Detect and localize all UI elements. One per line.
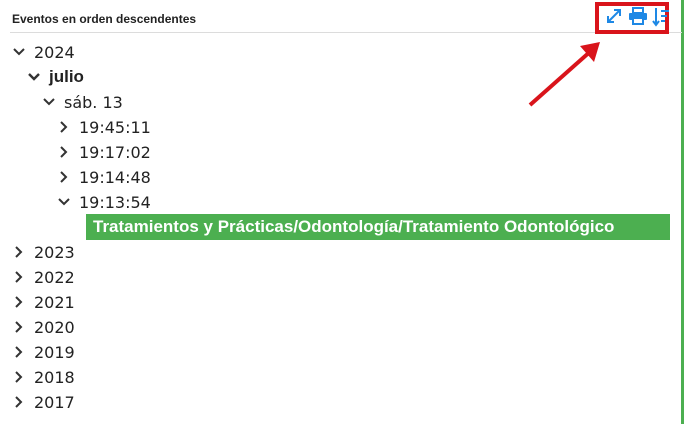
tree-label-day: sáb. 13 <box>64 92 123 112</box>
tree-node-2024[interactable]: 2024 <box>12 41 75 63</box>
chevron-right-icon <box>12 270 26 284</box>
event-item[interactable]: Tratamientos y Prácticas/Odontología/Tra… <box>86 214 670 240</box>
tree-label-time: 19:17:02 <box>79 142 151 162</box>
tree-label-year: 2017 <box>34 392 75 412</box>
chevron-right-icon <box>12 320 26 334</box>
tree-node-time-expanded[interactable]: 19:13:54 <box>57 191 151 213</box>
chevron-right-icon <box>12 395 26 409</box>
tree-node-year[interactable]: 2023 <box>12 241 75 263</box>
tree-label-year: 2024 <box>34 42 75 62</box>
chevron-right-icon <box>12 295 26 309</box>
tree-node-year[interactable]: 2019 <box>12 341 75 363</box>
tree-label-year: 2021 <box>34 292 75 312</box>
sort-button[interactable] <box>652 7 672 27</box>
sort-descending-icon <box>652 8 669 27</box>
chevron-right-icon <box>12 345 26 359</box>
tree-node-month[interactable]: julio <box>27 66 84 88</box>
print-icon <box>629 7 647 25</box>
tree-node-year[interactable]: 2020 <box>12 316 75 338</box>
expand-button[interactable] <box>605 7 625 27</box>
tree-label-year: 2019 <box>34 342 75 362</box>
expand-icon <box>607 9 621 23</box>
tree-node-year[interactable]: 2021 <box>12 291 75 313</box>
panel-title: Eventos en orden descendentes <box>12 12 197 26</box>
print-button[interactable] <box>628 7 648 27</box>
chevron-down-icon <box>27 70 41 84</box>
tree-label-time: 19:45:11 <box>79 117 151 137</box>
chevron-down-icon <box>12 45 26 59</box>
tree-label-year: 2022 <box>34 267 75 287</box>
tree-node-year[interactable]: 2018 <box>12 366 75 388</box>
tree-node-time[interactable]: 19:14:48 <box>57 166 151 188</box>
tree-label-year: 2020 <box>34 317 75 337</box>
chevron-down-icon <box>42 95 56 109</box>
events-panel: Eventos en orden descendentes 2024 julio… <box>0 0 684 424</box>
tree-label-year: 2023 <box>34 242 75 262</box>
chevron-right-icon <box>57 120 71 134</box>
tree-node-year[interactable]: 2022 <box>12 266 75 288</box>
tree-label-time: 19:13:54 <box>79 192 151 212</box>
chevron-down-icon <box>57 195 71 209</box>
chevron-right-icon <box>12 370 26 384</box>
tree-label-month: julio <box>49 67 84 86</box>
chevron-right-icon <box>57 145 71 159</box>
tree-node-time[interactable]: 19:45:11 <box>57 116 151 138</box>
tree-node-day[interactable]: sáb. 13 <box>42 91 123 113</box>
tree-label-year: 2018 <box>34 367 75 387</box>
chevron-right-icon <box>12 245 26 259</box>
tree-label-time: 19:14:48 <box>79 167 151 187</box>
chevron-right-icon <box>57 170 71 184</box>
annotation-arrow <box>528 42 600 107</box>
tree-node-time[interactable]: 19:17:02 <box>57 141 151 163</box>
tree-node-year[interactable]: 2017 <box>12 391 75 413</box>
